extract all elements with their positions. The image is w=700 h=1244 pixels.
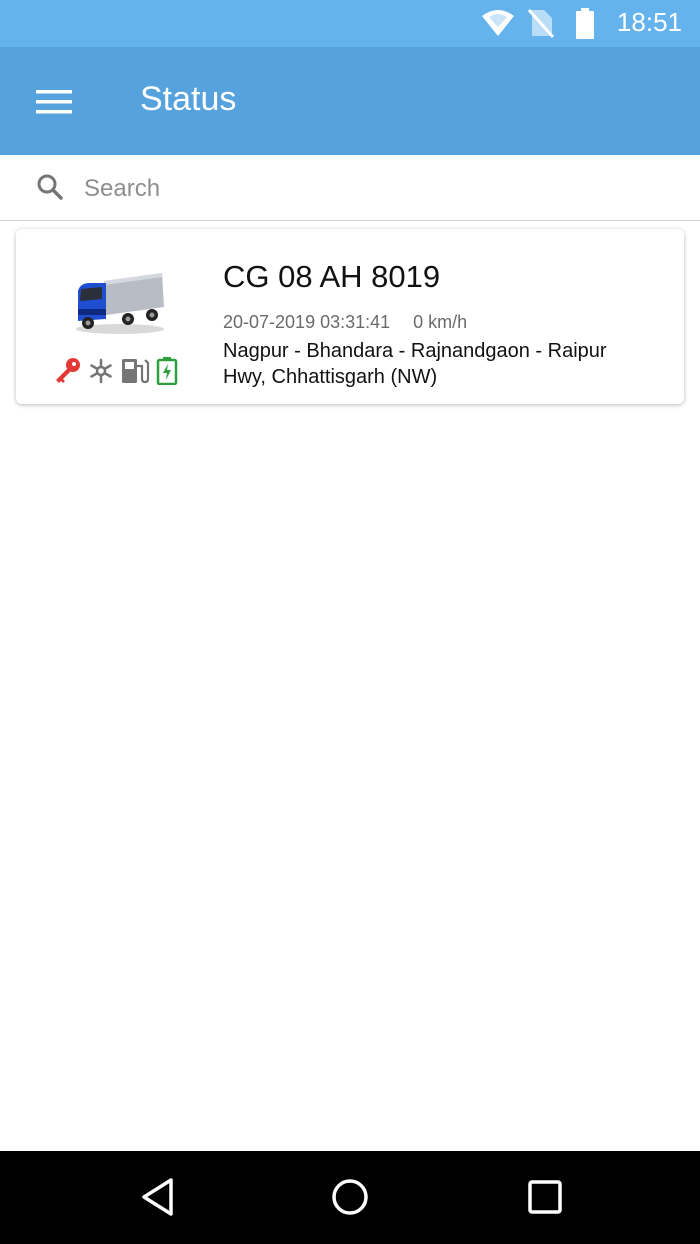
vehicle-card[interactable]: CG 08 AH 8019 20-07-2019 03:31:41 0 km/h…: [16, 229, 684, 404]
status-bar-clock: 18:51: [616, 7, 682, 37]
address-line-2: Hwy, Chhattisgarh (NW): [223, 366, 438, 388]
page-title: Status: [140, 80, 237, 118]
menu-button[interactable]: [24, 77, 84, 127]
ignition-key-icon: [53, 357, 81, 389]
truck-icon: [74, 269, 166, 339]
recents-icon[interactable]: [526, 1176, 566, 1222]
vehicle-timestamp: 20-07-2019 03:31:41: [223, 312, 391, 332]
system-nav-bar: [0, 1151, 700, 1244]
address-line-1: Nagpur - Bhandara - Rajnandgaon - Raipur: [223, 340, 607, 362]
fuel-pump-icon: [120, 357, 150, 389]
ac-snowflake-icon: [87, 357, 115, 389]
search-bar: [0, 155, 700, 221]
vehicle-address: Nagpur - Bhandara - Rajnandgaon - Raipur…: [223, 338, 663, 390]
app-bar: Status: [0, 47, 700, 155]
vehicle-meta: 20-07-2019 03:31:41 0 km/h: [223, 312, 467, 333]
search-icon: [36, 173, 64, 205]
back-icon[interactable]: [138, 1176, 178, 1222]
search-input[interactable]: [84, 169, 664, 209]
status-bar: 18:51: [0, 0, 700, 47]
wifi-icon: [480, 8, 516, 42]
vehicle-speed: 0 km/h: [413, 312, 468, 332]
vehicle-registration: CG 08 AH 8019: [223, 259, 441, 294]
no-sim-icon: [527, 8, 555, 42]
battery-charging-icon: [156, 357, 178, 389]
battery-icon: [574, 8, 596, 44]
home-icon[interactable]: [330, 1176, 370, 1222]
